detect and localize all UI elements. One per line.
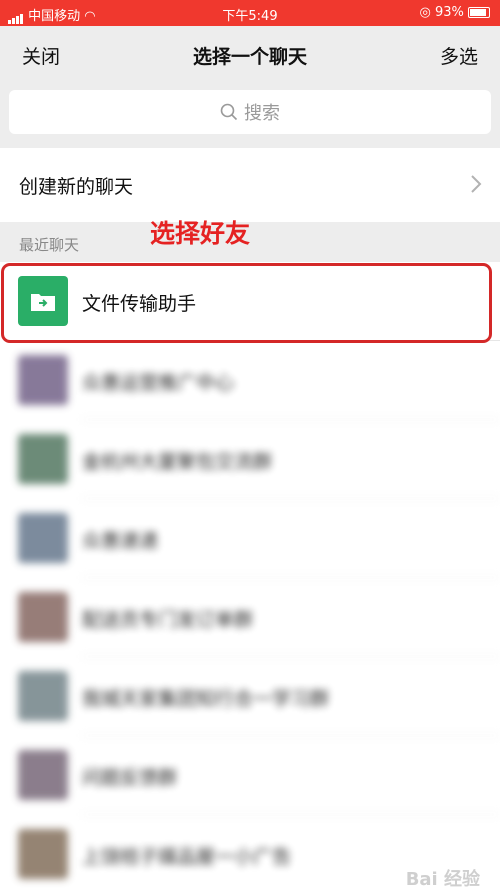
group-avatar xyxy=(18,750,68,800)
chat-row[interactable]: 问题反馈群 xyxy=(0,736,500,815)
chat-row[interactable]: 我城天家集团知行合一学习群 xyxy=(0,657,500,736)
status-bar: 中国移动 ◠ 下午5:49 ◎ 93% xyxy=(0,0,500,26)
search-icon xyxy=(220,103,238,121)
group-avatar xyxy=(18,671,68,721)
chat-row[interactable]: 金杭州大厦聚包交流群 xyxy=(0,420,500,499)
watermark: Bai 经验 xyxy=(405,869,480,890)
chat-name: 金杭州大厦聚包交流群 xyxy=(82,451,273,473)
nav-bar: 关闭 选择一个聊天 多选 xyxy=(0,26,500,82)
new-chat-item[interactable]: 创建新的聊天 xyxy=(0,148,500,222)
group-avatar xyxy=(18,513,68,563)
status-right: ◎ 93% xyxy=(419,5,490,20)
chat-list: 文件传输助手 众惠运营推广中心 金杭州大厦聚包交流群 众惠速递 配送员专门发订单… xyxy=(0,262,500,895)
alarm-icon: ◎ xyxy=(419,5,431,20)
chevron-right-icon xyxy=(471,175,482,193)
chat-name: 配送员专门发订单群 xyxy=(82,609,254,631)
group-avatar xyxy=(18,592,68,642)
group-avatar xyxy=(18,829,68,879)
group-avatar xyxy=(18,355,68,405)
multi-select-button[interactable]: 多选 xyxy=(440,42,478,69)
new-chat-label: 创建新的聊天 xyxy=(19,176,134,198)
group-avatar xyxy=(18,434,68,484)
chat-row[interactable]: 配送员专门发订单群 xyxy=(0,578,500,657)
annotation-select-friend: 选择好友 xyxy=(150,219,251,248)
chat-row[interactable]: 众惠运营推广中心 xyxy=(0,341,500,420)
battery-icon xyxy=(468,7,490,18)
battery-level: 93% xyxy=(434,5,464,20)
search-placeholder: 搜索 xyxy=(244,103,280,124)
chat-row[interactable]: 众惠速递 xyxy=(0,499,500,578)
recent-chats-header: 最近聊天 xyxy=(19,236,80,254)
chat-name: 我城天家集团知行合一学习群 xyxy=(82,688,330,710)
search-input[interactable]: 搜索 xyxy=(9,90,491,134)
page-title: 选择一个聊天 xyxy=(192,46,307,68)
highlight-box xyxy=(1,263,492,343)
chat-name: 问题反馈群 xyxy=(82,767,178,789)
chat-name: 上饶桔子媒品屋一小广告 xyxy=(82,846,292,868)
chat-name: 众惠运营推广中心 xyxy=(82,372,235,394)
chat-name: 众惠速递 xyxy=(82,530,159,552)
